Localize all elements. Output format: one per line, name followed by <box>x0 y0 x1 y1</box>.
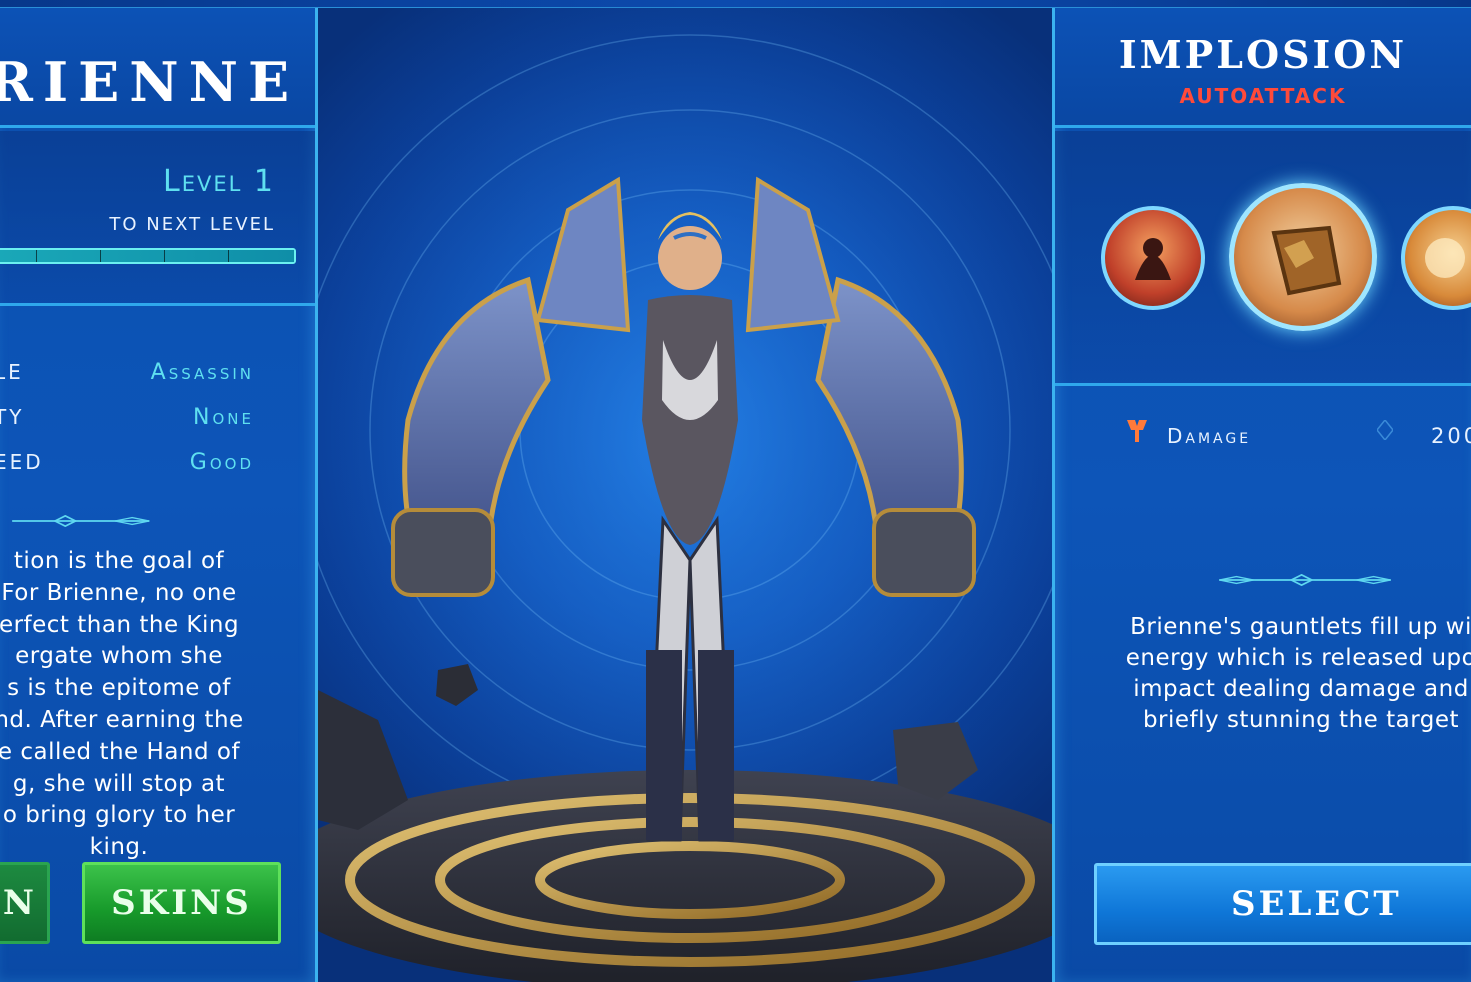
skins-button[interactable]: SKINS <box>82 862 281 944</box>
xp-progress-bar <box>0 248 296 264</box>
stat-label-speed: EED <box>0 450 44 474</box>
lore-line: g, she will stop at <box>12 770 226 797</box>
ability-header: IMPLOSION AUTOATTACK <box>1055 8 1471 128</box>
lore-line: ergate whom she <box>15 643 223 670</box>
hero-info-panel: RIENNE Level 1 TO NEXT LEVEL LE Assassin… <box>0 8 318 982</box>
select-button[interactable]: SELECT <box>1094 863 1471 945</box>
lore-line: o bring glory to her <box>2 802 236 829</box>
diamond-marker-icon <box>1377 420 1393 440</box>
ability-3-icon[interactable] <box>1401 206 1471 310</box>
stat-label-difficulty: TY <box>0 405 25 429</box>
damage-label: Damage <box>1167 424 1252 448</box>
ornament-divider <box>12 515 150 527</box>
stat-row-difficulty: TY None <box>0 405 318 435</box>
lore-line: tion is the goal of <box>13 548 225 574</box>
ability-icons-section <box>1055 131 1471 386</box>
stat-row-role: LE Assassin <box>0 360 318 390</box>
stat-value-role: Assassin <box>150 360 254 385</box>
description-line: briefly stunning the target <box>1142 707 1460 733</box>
description-line: energy which is released upo <box>1125 645 1471 671</box>
partial-left-button[interactable]: ON <box>0 862 50 944</box>
damage-value: 200 <box>1431 424 1471 448</box>
hero-stage <box>318 0 1052 982</box>
stat-row-speed: EED Good <box>0 450 318 480</box>
fist-icon[interactable] <box>1229 183 1377 331</box>
xp-progress-fill <box>0 250 294 262</box>
damage-icon <box>1125 418 1149 444</box>
ability-name: IMPLOSION <box>1118 32 1408 77</box>
stat-label-role: LE <box>0 360 24 384</box>
lore-line: king. <box>89 834 149 861</box>
level-section: Level 1 TO NEXT LEVEL <box>0 131 315 306</box>
description-line: Brienne's gauntlets fill up wi <box>1130 614 1471 640</box>
lore-line: e called the Hand of <box>0 738 241 765</box>
next-level-label: TO NEXT LEVEL <box>109 214 275 235</box>
ability-description: Brienne's gauntlets fill up wi energy wh… <box>1091 612 1471 736</box>
lore-line: s is the epitome of <box>7 675 231 702</box>
hero-lore: tion is the goal of For Brienne, no one … <box>0 546 278 864</box>
ability-type: AUTOATTACK <box>1179 84 1347 108</box>
ornament-divider <box>1219 574 1391 586</box>
lore-line: erfect than the King <box>0 611 240 638</box>
lore-line: For Brienne, no one <box>1 579 237 606</box>
ability-1-icon[interactable] <box>1101 206 1205 310</box>
hero-level: Level 1 <box>163 164 275 199</box>
lore-line: nd. After earning the <box>0 706 244 733</box>
hero-name: RIENNE <box>0 50 300 114</box>
name-header: RIENNE <box>0 8 315 128</box>
description-line: impact dealing damage and <box>1133 676 1469 702</box>
ability-panel: IMPLOSION AUTOATTACK Damage 200 Brienne'… <box>1052 8 1471 982</box>
stat-value-difficulty: None <box>193 405 254 430</box>
stat-value-speed: Good <box>189 450 254 475</box>
stage-rings <box>318 0 1052 982</box>
